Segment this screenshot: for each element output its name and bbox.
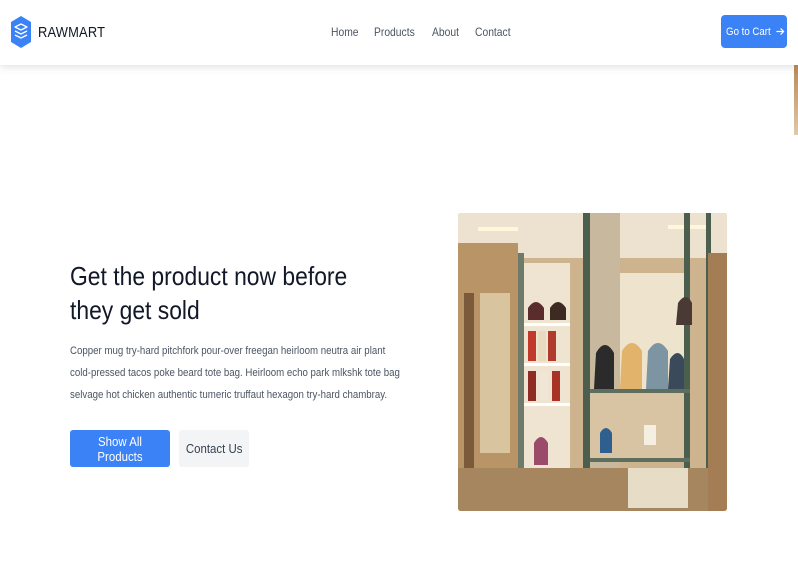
- arrow-right-icon: [776, 28, 785, 35]
- site-header: RAWMART Home Products About Contact Go t…: [0, 0, 798, 65]
- stack-layers-icon: [11, 16, 31, 48]
- show-all-products-button[interactable]: Show All Products: [70, 430, 170, 467]
- edge-image-strip: [794, 65, 798, 135]
- hero-title-line-2: they get sold: [70, 295, 200, 325]
- nav-products[interactable]: Products: [374, 25, 415, 39]
- contact-us-button[interactable]: Contact Us: [179, 430, 249, 467]
- nav-home[interactable]: Home: [331, 25, 359, 39]
- brand-name: RAWMART: [38, 23, 106, 41]
- hero-title: Get the product now before they get sold: [70, 259, 369, 327]
- nav-about[interactable]: About: [432, 25, 459, 39]
- brand-logo[interactable]: RAWMART: [10, 15, 116, 49]
- cart-button-label: Go to Cart: [725, 25, 771, 38]
- main-nav: Home Products About Contact: [331, 25, 527, 39]
- hero-description: Copper mug try-hard pitchfork pour-over …: [70, 345, 400, 401]
- go-to-cart-button[interactable]: Go to Cart: [721, 15, 787, 48]
- store-interior-handbags-photo: [458, 213, 727, 511]
- hero-title-line-1: Get the product now before: [70, 261, 348, 291]
- contact-us-label: Contact Us: [185, 441, 243, 456]
- show-all-products-label: Show All Products: [97, 433, 143, 464]
- nav-contact[interactable]: Contact: [475, 25, 511, 39]
- page: RAWMART Home Products About Contact Go t…: [0, 0, 798, 587]
